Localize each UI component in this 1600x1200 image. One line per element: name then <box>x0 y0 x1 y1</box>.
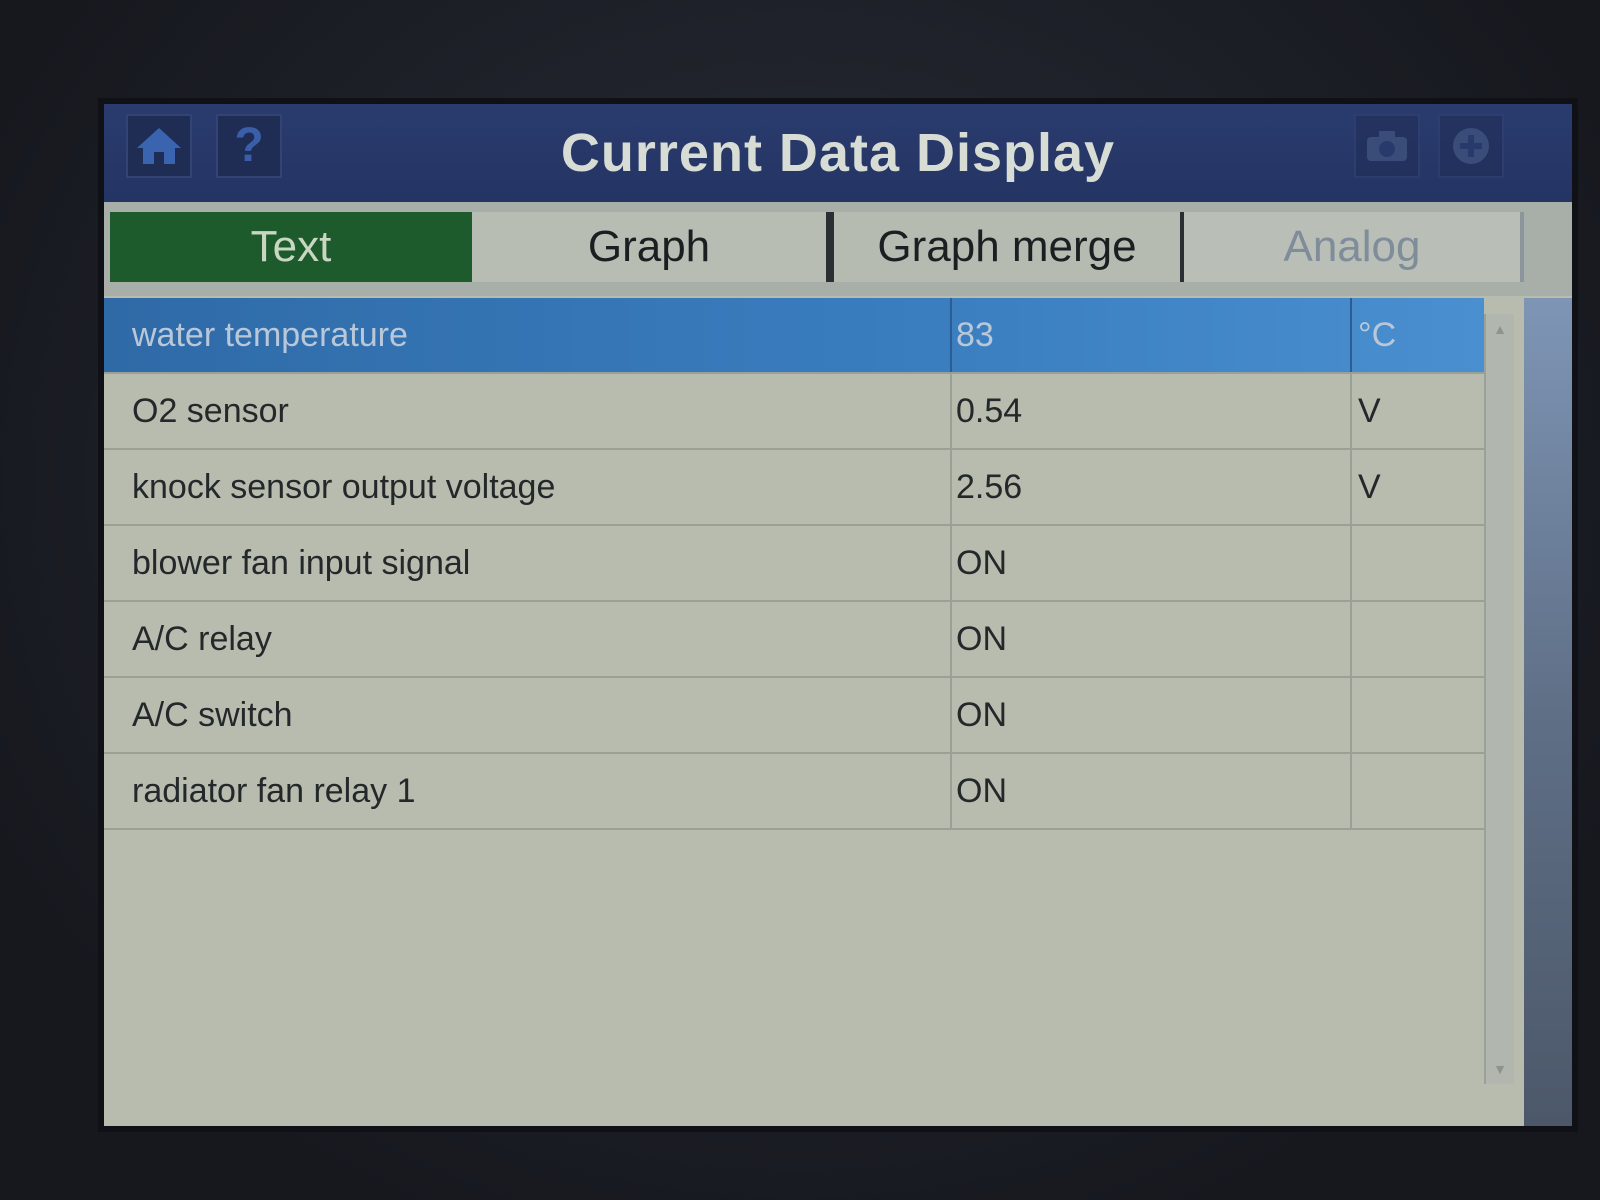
table-row[interactable]: radiator fan relay 1 ON <box>104 754 1484 830</box>
table-row[interactable]: A/C relay ON <box>104 602 1484 678</box>
parameter-value: 83 <box>950 298 1352 372</box>
parameter-name: O2 sensor <box>132 391 289 430</box>
parameter-name: water temperature <box>132 315 408 354</box>
parameter-name: blower fan input signal <box>132 543 471 582</box>
page-title: Current Data Display <box>560 123 1116 183</box>
parameter-value: 2.56 <box>950 450 1352 524</box>
title-bar: ? Current Data Display <box>104 104 1572 202</box>
scan-tool-screen: ? Current Data Display Text Graph Graph … <box>104 104 1572 1126</box>
parameter-name: A/C relay <box>132 619 272 658</box>
parameter-unit: V <box>1350 374 1488 448</box>
parameter-unit <box>1350 754 1488 828</box>
scroll-up-icon[interactable]: ▲ <box>1490 320 1510 338</box>
parameter-unit: V <box>1350 450 1488 524</box>
table-row[interactable]: knock sensor output voltage 2.56 V <box>104 450 1484 526</box>
tab-text[interactable]: Text <box>110 212 472 282</box>
scroll-down-icon[interactable]: ▼ <box>1490 1060 1510 1078</box>
parameter-name: A/C switch <box>132 695 293 734</box>
parameter-value: ON <box>950 754 1352 828</box>
table-row[interactable]: O2 sensor 0.54 V <box>104 374 1484 450</box>
tab-analog[interactable]: Analog <box>1184 212 1524 282</box>
empty-table-area <box>104 832 1484 1126</box>
parameter-value: ON <box>950 602 1352 676</box>
vertical-scrollbar[interactable]: ▲ ▼ <box>1484 314 1514 1084</box>
data-table: water temperature 83 °C O2 sensor 0.54 V… <box>104 298 1484 830</box>
tab-bar: Text Graph Graph merge Analog <box>104 202 1572 296</box>
parameter-value: ON <box>950 678 1352 752</box>
parameter-value: ON <box>950 526 1352 600</box>
parameter-unit <box>1350 602 1488 676</box>
parameter-name: knock sensor output voltage <box>132 467 556 506</box>
table-row[interactable]: water temperature 83 °C <box>104 298 1484 374</box>
parameter-unit: °C <box>1350 298 1488 372</box>
table-row[interactable]: blower fan input signal ON <box>104 526 1484 602</box>
device-bezel: ? Current Data Display Text Graph Graph … <box>0 0 1600 1200</box>
parameter-unit <box>1350 678 1488 752</box>
parameter-name: radiator fan relay 1 <box>132 771 416 810</box>
add-button[interactable] <box>1438 114 1504 178</box>
tab-graph-merge[interactable]: Graph merge <box>830 212 1184 282</box>
camera-icon <box>1367 131 1407 161</box>
table-row[interactable]: A/C switch ON <box>104 678 1484 754</box>
parameter-value: 0.54 <box>950 374 1352 448</box>
side-panel <box>1524 298 1572 1126</box>
screenshot-button[interactable] <box>1354 114 1420 178</box>
tab-graph[interactable]: Graph <box>472 212 830 282</box>
plus-icon <box>1453 128 1489 164</box>
parameter-unit <box>1350 526 1488 600</box>
